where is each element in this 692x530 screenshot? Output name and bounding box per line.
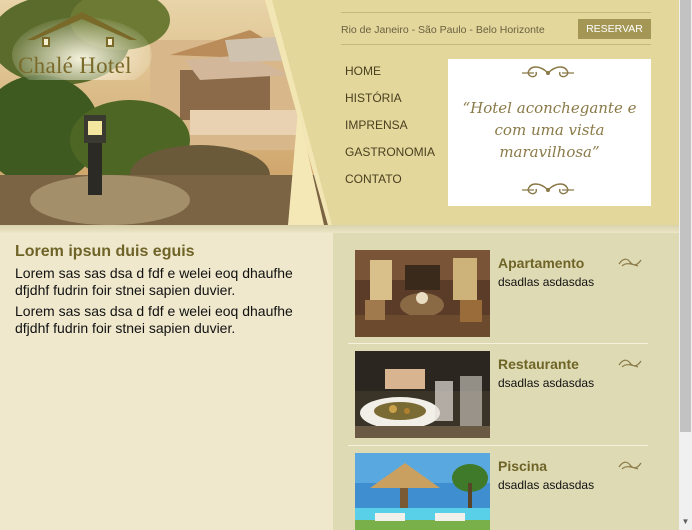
- scroll-down-arrow-icon[interactable]: ▼: [679, 513, 692, 530]
- ornament-icon: [522, 66, 574, 78]
- nav-item-imprensa[interactable]: IMPRENSA: [345, 112, 435, 139]
- card-subtitle: dsadlas asdasdas: [498, 376, 595, 390]
- divider: [348, 445, 648, 446]
- quote-banner: “Hotel aconchegante e com uma vista mara…: [448, 59, 651, 206]
- nav-item-home[interactable]: HOME: [345, 58, 435, 85]
- feature-card-apartamento[interactable]: Apartamento dsadlas asdasdas: [348, 250, 648, 352]
- section-band: [0, 225, 679, 233]
- card-title[interactable]: Apartamento: [498, 255, 584, 271]
- swirl-icon: [618, 359, 642, 368]
- nav-item-contato[interactable]: CONTATO: [345, 166, 435, 193]
- card-subtitle: dsadlas asdasdas: [498, 275, 595, 289]
- brand-name[interactable]: Chalé Hotel: [18, 53, 132, 79]
- page: Chalé Hotel Rio de Janeiro - São Paulo -…: [0, 0, 679, 530]
- header-divider: [265, 0, 332, 225]
- reserve-button[interactable]: RESERVAR: [578, 19, 651, 39]
- card-title[interactable]: Piscina: [498, 458, 547, 474]
- scrollbar-thumb[interactable]: [680, 0, 691, 432]
- feature-card-piscina[interactable]: Piscina dsadlas asdasdas: [348, 453, 648, 530]
- card-title[interactable]: Restaurante: [498, 356, 579, 372]
- swirl-icon: [618, 258, 642, 267]
- quote-text: “Hotel aconchegante e com uma vista mara…: [462, 99, 637, 161]
- apartamento-image[interactable]: [355, 250, 490, 337]
- site-header: Chalé Hotel Rio de Janeiro - São Paulo -…: [0, 0, 679, 225]
- ornament-icon: [522, 183, 574, 195]
- card-subtitle: dsadlas asdasdas: [498, 478, 595, 492]
- nav-item-historia[interactable]: HISTÓRIA: [345, 85, 435, 112]
- divider: [341, 12, 651, 13]
- intro-paragraph: Lorem sas sas dsa d fdf e welei eoq dhau…: [15, 265, 293, 298]
- main-nav: HOME HISTÓRIA IMPRENSA GASTRONOMIA CONTA…: [345, 58, 435, 193]
- divider: [341, 44, 651, 45]
- restaurante-image[interactable]: [355, 351, 490, 438]
- feature-card-restaurante[interactable]: Restaurante dsadlas asdasdas: [348, 351, 648, 453]
- intro-heading: Lorem ipsun duis eguis: [15, 243, 195, 260]
- swirl-icon: [618, 461, 642, 470]
- nav-item-gastronomia[interactable]: GASTRONOMIA: [345, 139, 435, 166]
- cities-text: Rio de Janeiro - São Paulo - Belo Horizo…: [341, 24, 545, 36]
- intro-paragraph: Lorem sas sas dsa d fdf e welei eoq dhau…: [15, 303, 293, 336]
- piscina-image[interactable]: [355, 453, 490, 530]
- divider: [348, 343, 648, 344]
